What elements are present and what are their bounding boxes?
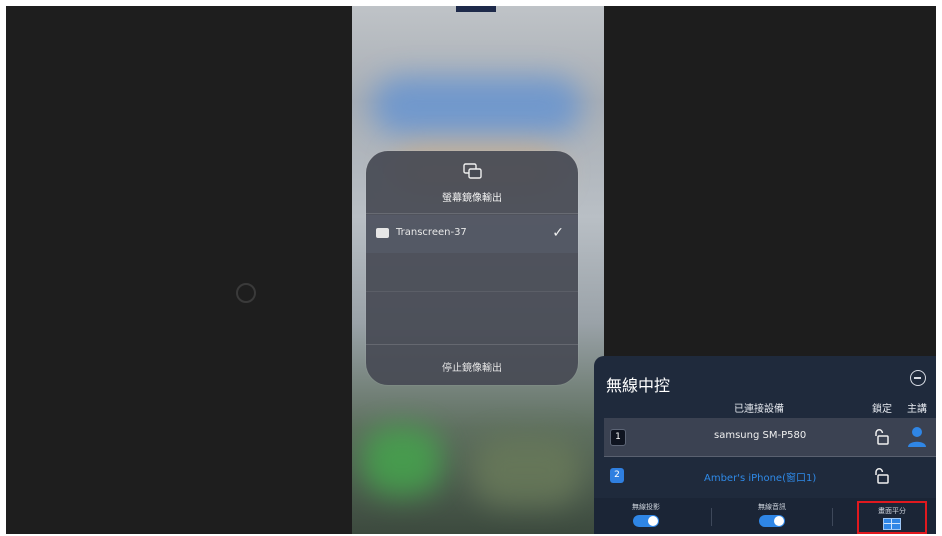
column-header-connected: 已連接設備 xyxy=(734,404,784,415)
screen-mirroring-panel: 螢幕鏡像輸出 Transcreen-37 ✓ 停止鏡像輸出 xyxy=(366,151,578,385)
blur-blob xyxy=(362,426,442,496)
mirroring-title: 螢幕鏡像輸出 xyxy=(442,193,502,204)
wireless-projection-toggle[interactable] xyxy=(633,515,659,527)
wireless-control-panel: 無線中控 已連接設備 鎖定 主講 1 samsung SM-P580 2 Amb… xyxy=(594,356,936,534)
device-number-badge: 2 xyxy=(610,468,624,483)
stop-mirroring-button[interactable]: 停止鏡像輸出 xyxy=(366,344,578,385)
tv-icon xyxy=(376,228,389,238)
split-screen-icon xyxy=(883,518,901,530)
left-display-area xyxy=(6,6,352,534)
device-name: samsung SM-P580 xyxy=(714,430,807,441)
blur-blob xyxy=(472,436,582,506)
column-header-lock: 鎖定 xyxy=(872,404,892,415)
mirroring-device-row[interactable]: Transcreen-37 ✓ xyxy=(366,215,578,253)
device-row[interactable]: 1 samsung SM-P580 xyxy=(604,418,936,457)
phone-notch xyxy=(456,6,496,12)
wireless-projection-label: 無線投影 xyxy=(632,503,660,511)
divider xyxy=(366,213,578,214)
screen-mirroring-icon xyxy=(463,163,482,179)
divider xyxy=(711,508,712,526)
wireless-audio-label: 無線音訊 xyxy=(758,503,786,511)
stop-mirroring-label: 停止鏡像輸出 xyxy=(442,363,502,374)
wireless-projection-item: 無線投影 xyxy=(596,498,696,534)
circle-indicator-icon xyxy=(236,283,256,303)
divider xyxy=(366,291,578,292)
minus-circle-icon[interactable] xyxy=(910,370,926,386)
checkmark-icon: ✓ xyxy=(552,225,564,241)
device-row[interactable]: 2 Amber's iPhone(窗口1) xyxy=(604,457,936,495)
column-header-host: 主講 xyxy=(907,404,927,415)
blur-blob xyxy=(372,76,582,136)
mirroring-device-name: Transcreen-37 xyxy=(396,227,467,238)
user-icon[interactable] xyxy=(907,426,927,448)
unlock-icon[interactable] xyxy=(872,467,890,485)
split-screen-button[interactable]: 畫面平分 xyxy=(857,501,927,534)
device-number-badge: 1 xyxy=(610,429,626,446)
device-name: Amber's iPhone(窗口1) xyxy=(704,473,817,484)
wireless-audio-toggle[interactable] xyxy=(759,515,785,527)
split-screen-label: 畫面平分 xyxy=(878,507,906,515)
unlock-icon[interactable] xyxy=(872,428,890,446)
panel-title: 無線中控 xyxy=(606,376,671,395)
wireless-audio-item: 無線音訊 xyxy=(722,498,822,534)
divider xyxy=(832,508,833,526)
